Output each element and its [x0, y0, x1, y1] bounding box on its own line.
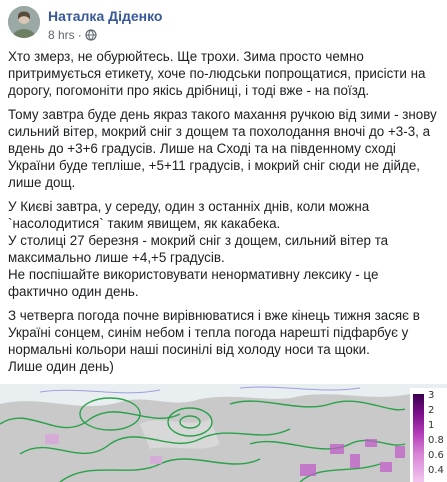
- legend-color-bar: [413, 394, 424, 482]
- post-paragraph: У Києві завтра, у середу, один з останні…: [8, 199, 370, 231]
- legend-label: 0.4: [428, 465, 444, 476]
- author-avatar[interactable]: [8, 6, 40, 38]
- legend-label: 2: [428, 405, 435, 416]
- post-body: Хто змерз, не обурюйтесь. Ще трохи. Зима…: [8, 48, 440, 382]
- post-paragraph: Тому завтра буде день якраз такого махан…: [8, 107, 437, 190]
- post-paragraph: Лише один день): [8, 359, 114, 374]
- meta-separator: ·: [77, 28, 82, 42]
- weather-map-image[interactable]: [0, 384, 447, 482]
- legend-label: 1: [428, 420, 435, 431]
- precipitation-legend: 3 2 1 0.8 0.6 0.4: [410, 388, 447, 482]
- post-paragraph: У столиці 27 березня - мокрий сніг з дощ…: [8, 233, 389, 265]
- post-paragraph: Хто змерз, не обурюйтесь. Ще трохи. Зима…: [8, 49, 426, 98]
- avatar-photo-icon: [8, 6, 40, 38]
- post-meta: 8 hrs ·: [48, 28, 97, 44]
- legend-label: 3: [428, 390, 435, 401]
- post-timestamp[interactable]: 8 hrs: [48, 28, 75, 42]
- post-paragraph: З четверга погода почне вирівнюватися і …: [8, 308, 420, 357]
- weather-map-graphic: [0, 384, 447, 482]
- post-paragraph: Не поспішайте використовувати ненорматив…: [8, 267, 379, 299]
- globe-icon[interactable]: [85, 29, 97, 44]
- facebook-post: Наталка Діденко 8 hrs · Хто змерз, не обу…: [0, 0, 447, 482]
- author-name[interactable]: Наталка Діденко: [48, 8, 162, 24]
- legend-label: 0.8: [428, 435, 444, 446]
- legend-label: 0.6: [428, 450, 444, 461]
